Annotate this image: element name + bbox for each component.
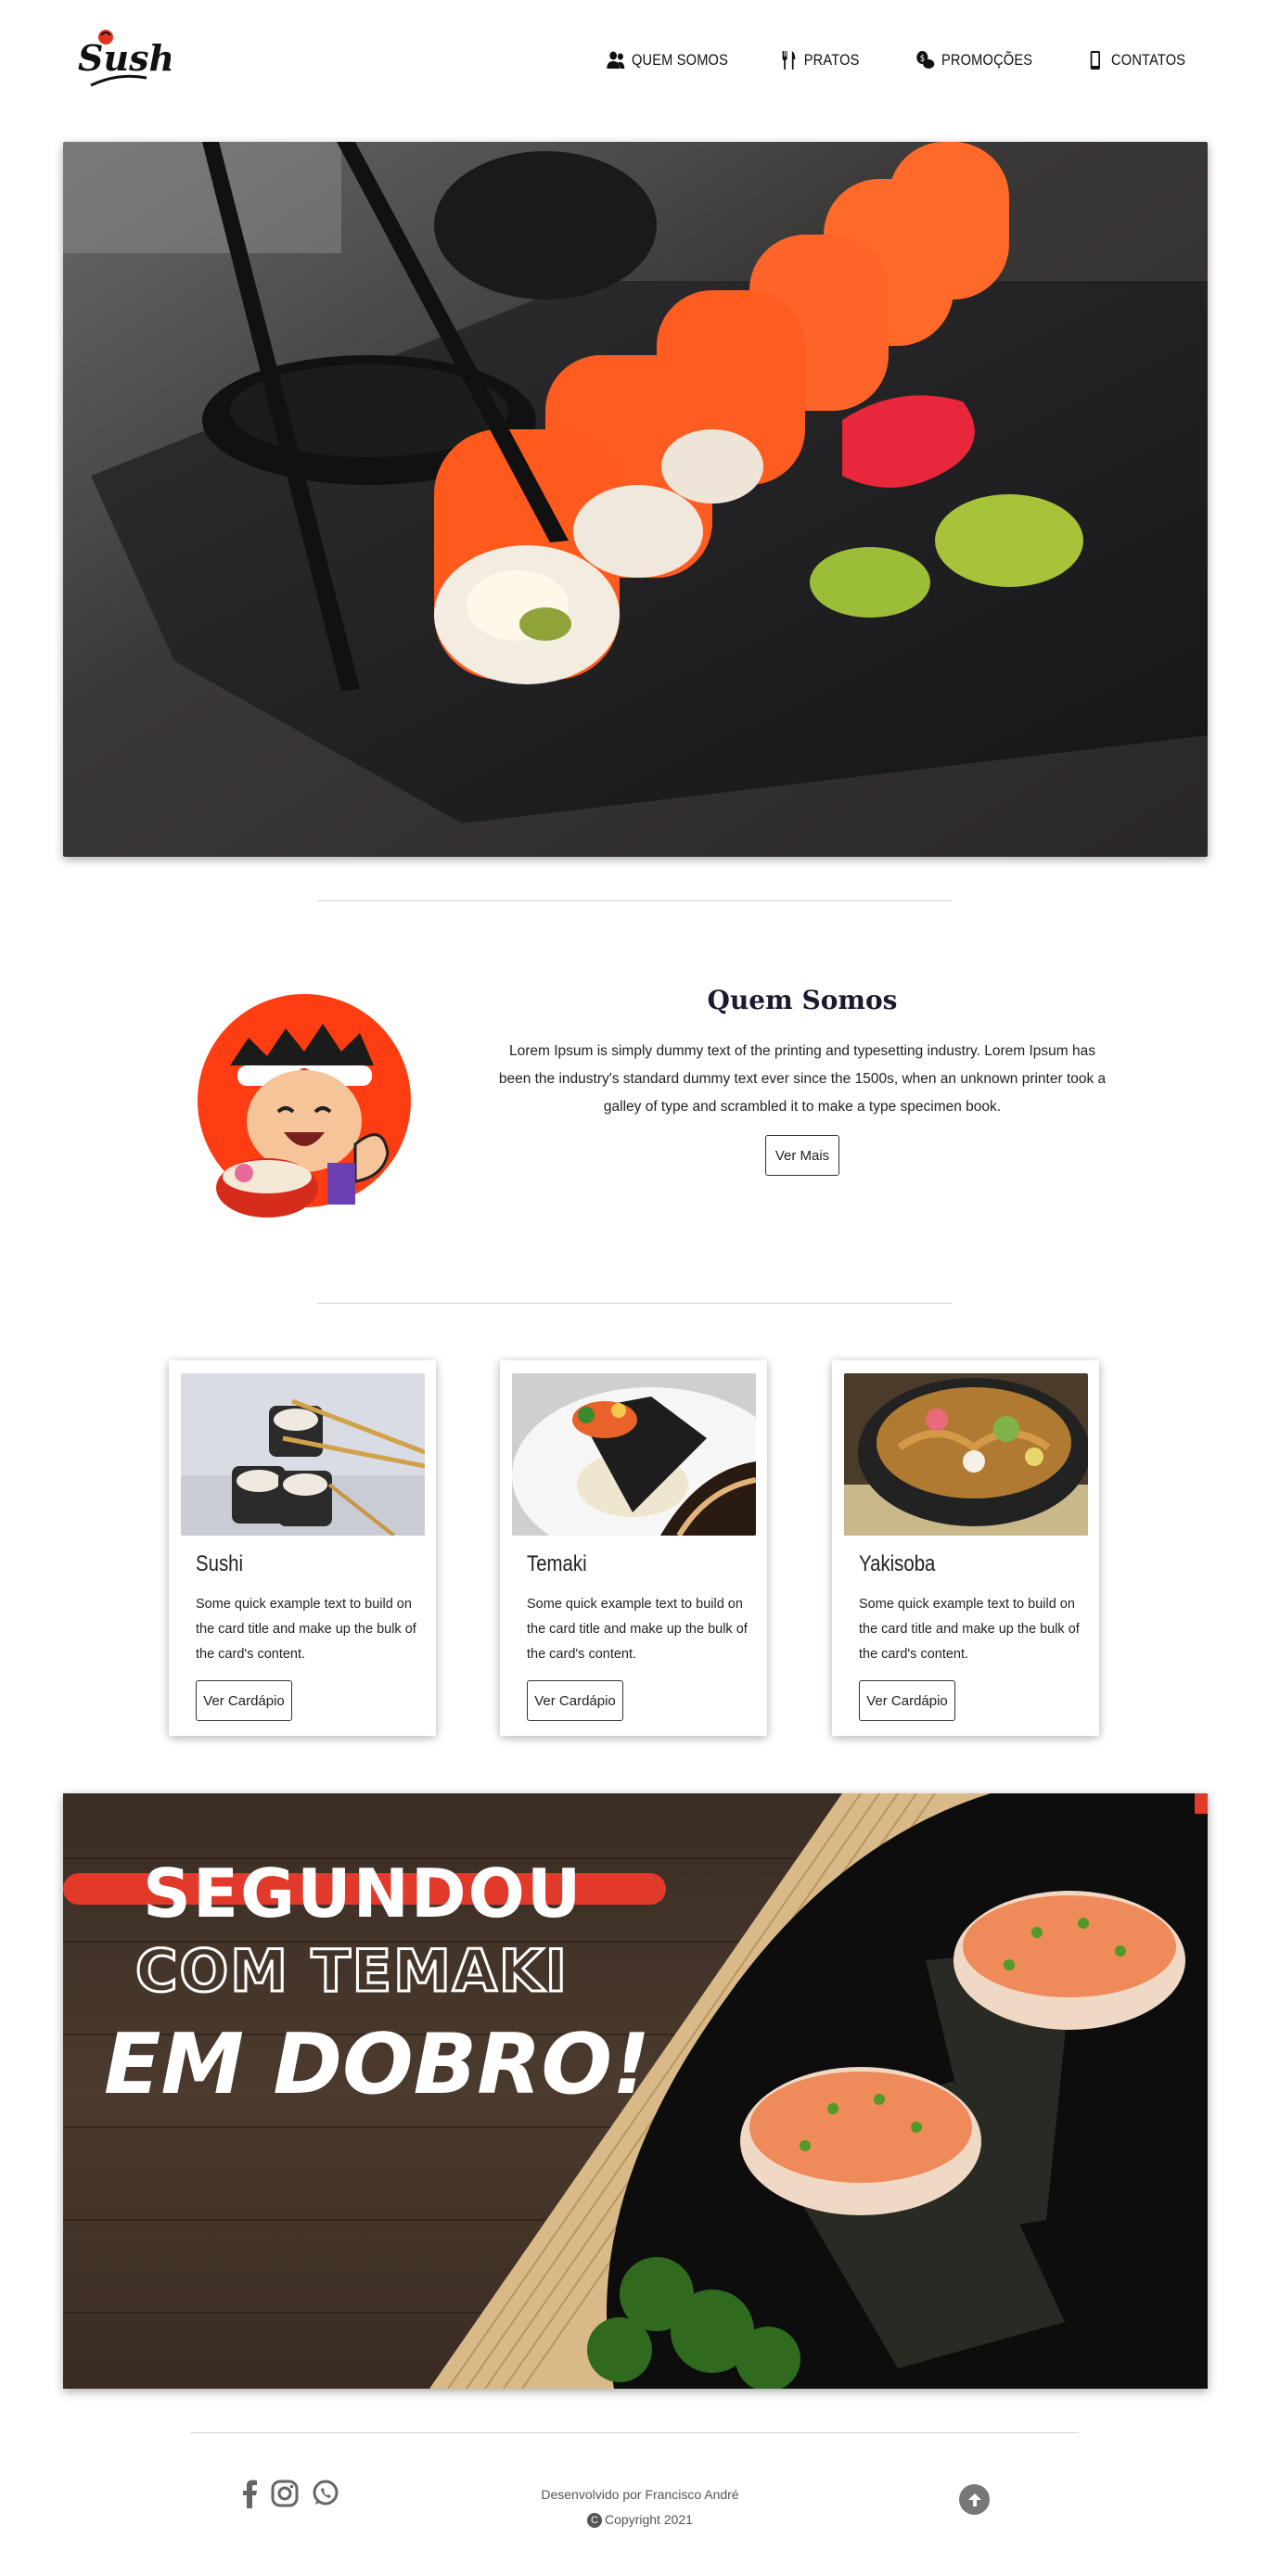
instagram-icon[interactable]	[271, 2480, 299, 2512]
nav-quem-somos[interactable]: QUEM SOMOS	[606, 50, 728, 70]
about-text: Lorem Ipsum is simply dummy text of the …	[498, 1043, 1107, 1115]
section-divider	[317, 900, 952, 901]
nav-label: QUEM SOMOS	[631, 51, 729, 69]
section-divider	[317, 1303, 952, 1304]
card-title: Yakisoba	[859, 1551, 936, 1576]
facebook-icon[interactable]	[241, 2479, 258, 2513]
card-text: Some quick example text to build on the …	[527, 1597, 748, 1662]
card-sushi: Sushi Some quick example text to build o…	[169, 1360, 436, 1736]
ver-mais-button[interactable]: Ver Mais	[765, 1135, 839, 1176]
nav-label: PRATOS	[803, 51, 860, 69]
footer-credit: Desenvolvido por Francisco André C Copyri…	[501, 2482, 779, 2532]
developed-by-text: Desenvolvido por Francisco André	[541, 2487, 739, 2502]
card-yakisoba: Yakisoba Some quick example text to buil…	[832, 1360, 1099, 1736]
yakisoba-image	[844, 1373, 1088, 1536]
nav-label: PROMOÇÕES	[941, 51, 1032, 69]
coins-icon: $	[915, 51, 934, 69]
utensils-icon	[782, 51, 796, 70]
promo-line-3: EM DOBRO!	[104, 2016, 650, 2113]
ver-cardapio-button[interactable]: Ver Cardápio	[527, 1680, 623, 1721]
card-temaki: Temaki Some quick example text to build …	[500, 1360, 767, 1736]
promo-line-2: COM TEMAKI	[135, 1937, 569, 2005]
promo-line-1: SEGUNDOU	[143, 1855, 582, 1932]
copyright-icon: C	[587, 2513, 603, 2529]
copyright-line: C Copyright 2021	[501, 2507, 779, 2532]
chef-mascot-image	[193, 991, 416, 1223]
ver-cardapio-button[interactable]: Ver Cardápio	[859, 1680, 955, 1721]
nav-label: CONTATOS	[1110, 51, 1185, 69]
arrow-up-icon	[967, 2493, 981, 2506]
mobile-icon	[1090, 51, 1100, 70]
users-icon	[607, 51, 625, 69]
main-nav: QUEM SOMOS PRATOS $ PROMOÇÕES CONTATOS	[586, 45, 1185, 76]
sushi-image	[181, 1373, 425, 1536]
whatsapp-icon[interactable]	[312, 2480, 339, 2512]
card-title: Temaki	[527, 1551, 587, 1576]
promo-banner[interactable]: SEGUNDOU COM TEMAKI EM DOBRO!	[63, 1793, 1208, 2389]
footer-divider	[190, 2432, 1079, 2433]
ver-cardapio-button[interactable]: Ver Cardápio	[196, 1680, 292, 1721]
back-to-top-button[interactable]	[959, 2484, 990, 2515]
nav-contatos[interactable]: CONTATOS	[1085, 50, 1185, 70]
logo-text: Sushi	[78, 37, 171, 79]
card-text: Some quick example text to build on the …	[859, 1597, 1080, 1662]
about-title: Quem Somos	[707, 985, 898, 1015]
nav-pratos[interactable]: PRATOS	[778, 50, 859, 70]
temaki-image	[512, 1373, 756, 1536]
card-title: Sushi	[196, 1551, 244, 1576]
copyright-text: Copyright 2021	[605, 2512, 693, 2527]
card-text: Some quick example text to build on the …	[196, 1597, 416, 1662]
social-links	[241, 2479, 339, 2513]
brand-logo[interactable]: Sushi	[74, 24, 188, 98]
nav-promocoes[interactable]: $ PROMOÇÕES	[915, 50, 1032, 70]
hero-image	[63, 142, 1208, 857]
